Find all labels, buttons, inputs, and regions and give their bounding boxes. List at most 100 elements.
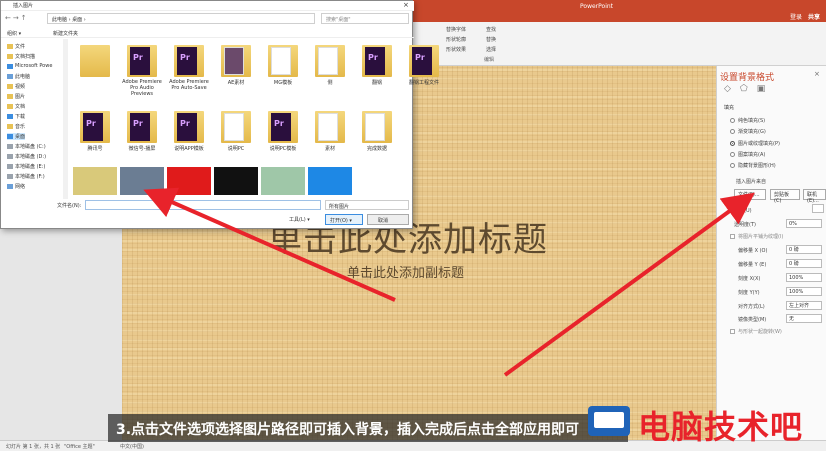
tree-item[interactable]: 文档扫描 <box>7 53 35 60</box>
transparency-field[interactable]: 0% <box>786 219 822 228</box>
pentagon-icon[interactable]: ⬠ <box>740 84 748 94</box>
drive-icon <box>7 164 13 169</box>
folder-icon <box>221 111 251 143</box>
status-theme: "Office 主题" <box>64 444 95 450</box>
file-item[interactable]: MG模板 <box>261 45 305 86</box>
tree-item[interactable]: 图片 <box>7 93 25 100</box>
tree-item[interactable]: 视频 <box>7 83 25 90</box>
file-item[interactable]: Adobe Premiere Pro Audio Previews <box>120 45 164 97</box>
login-link[interactable]: 登录 <box>790 12 802 21</box>
file-item[interactable]: 微信号-播屏 <box>120 111 164 152</box>
tree-scrollbar[interactable] <box>63 39 68 199</box>
folder-icon <box>7 44 13 49</box>
tree-item[interactable]: 下载 <box>7 113 25 120</box>
online-button[interactable]: 联机(E)... <box>803 189 826 204</box>
file-item[interactable]: 说明PC模板 <box>261 111 305 152</box>
offset-x-label: 偏移量 X (O) <box>738 248 768 254</box>
folder-icon <box>315 45 345 77</box>
file-item[interactable]: AE素材 <box>214 45 258 86</box>
offset-x-field[interactable]: 0 磅 <box>786 245 822 254</box>
tree-item[interactable]: 文件 <box>7 43 25 50</box>
fill-section-header[interactable]: 填充 <box>724 104 734 111</box>
image-thumbnail[interactable] <box>308 163 352 195</box>
radio-picture-fill[interactable]: 图片或纹理填充(P) <box>730 140 780 147</box>
tree-item[interactable]: 本地磁盘 (F:) <box>7 173 45 180</box>
radio-dot-icon <box>730 118 735 123</box>
rotate-with-shape-checkbox[interactable]: 与形状一起旋转(W) <box>730 328 782 335</box>
file-item[interactable]: 腾讯号 <box>73 111 117 152</box>
ribbon-find[interactable]: 查找 <box>486 26 496 33</box>
ribbon-replace[interactable]: 替换 <box>486 36 496 43</box>
share-button[interactable]: 共享 <box>808 12 820 21</box>
open-button[interactable]: 打开(O) ▾ <box>325 214 363 225</box>
folder-icon <box>127 45 157 77</box>
dialog-nav-bar: ←→↑ 此电脑 › 桌面 › 搜索"桌面" <box>1 11 414 27</box>
file-button[interactable]: 文件(F)... <box>734 189 766 200</box>
dialog-close-icon[interactable]: × <box>403 1 409 9</box>
tree-item[interactable]: 本地磁盘 (E:) <box>7 163 45 170</box>
status-slide-count: 幻灯片 第 1 张，共 1 张 <box>6 444 61 450</box>
image-thumbnail[interactable] <box>73 163 117 195</box>
tree-item-label: 下载 <box>15 114 26 120</box>
tree-item[interactable]: 文档 <box>7 103 25 110</box>
file-item[interactable]: 说明APP模板 <box>167 111 211 152</box>
tree-item[interactable]: 本地磁盘 (D:) <box>7 153 46 160</box>
thumbnail-image <box>120 167 164 195</box>
pane-close-icon[interactable]: × <box>814 70 820 78</box>
address-bar[interactable]: 此电脑 › 桌面 › <box>47 13 315 24</box>
tree-item[interactable]: Microsoft Powe <box>7 63 52 69</box>
clipboard-button[interactable]: 剪贴板(C) <box>770 189 800 204</box>
radio-solid-fill[interactable]: 纯色填充(S) <box>730 117 765 124</box>
radio-gradient-fill[interactable]: 渐变填充(G) <box>730 128 766 135</box>
tree-item[interactable]: 此电脑 <box>7 73 30 80</box>
folder-icon <box>7 54 13 59</box>
file-item-label: AE素材 <box>227 80 245 86</box>
checkbox-hide-background[interactable]: 隐藏背景图形(H) <box>730 162 776 169</box>
image-thumbnail[interactable] <box>214 163 258 195</box>
pane-title: 设置背景格式 <box>720 73 775 83</box>
scale-y-label: 刻度 Y(Y) <box>738 290 760 296</box>
cancel-button[interactable]: 取消 <box>367 214 409 225</box>
texture-picker[interactable] <box>812 204 824 213</box>
file-item[interactable]: 翻锅 <box>355 45 399 86</box>
tree-item-label: 文件 <box>15 44 26 50</box>
organize-button[interactable]: 组织 ▾ <box>7 30 21 37</box>
ribbon-select[interactable]: 选择 <box>486 46 496 53</box>
tree-item[interactable]: 网络 <box>7 183 25 190</box>
ribbon-replace-font[interactable]: 替换字体 <box>446 26 466 33</box>
file-item[interactable]: 完成数据 <box>355 111 399 152</box>
file-item[interactable]: Adobe Premiere Pro Auto-Save <box>167 45 211 91</box>
scale-x-field[interactable]: 100% <box>786 273 822 282</box>
folder-icon <box>80 111 110 143</box>
radio-pattern-fill[interactable]: 图案填充(A) <box>730 151 765 158</box>
file-item[interactable] <box>73 45 117 79</box>
align-select[interactable]: 左上对齐 <box>786 301 822 310</box>
slide-subtitle-placeholder[interactable]: 单击此处添加副标题 <box>347 262 464 281</box>
tile-checkbox[interactable]: 将图片平铺为纹理(I) <box>730 233 783 240</box>
tree-item[interactable]: 音乐 <box>7 123 25 130</box>
new-folder-button[interactable]: 新建文件夹 <box>53 30 78 37</box>
file-item[interactable]: 侧 <box>308 45 352 86</box>
mirror-select[interactable]: 无 <box>786 314 822 323</box>
image-thumbnail[interactable] <box>167 163 211 195</box>
file-item[interactable]: 说明PC <box>214 111 258 152</box>
tree-item[interactable]: 本地磁盘 (C:) <box>7 143 46 150</box>
picture-icon[interactable]: ▣ <box>757 84 766 94</box>
ribbon-shape-effect[interactable]: 形状效果 <box>446 46 466 53</box>
tools-button[interactable]: 工具(L) ▾ <box>289 216 310 223</box>
ribbon-group-edit: 编辑 <box>484 57 495 63</box>
image-thumbnail[interactable] <box>261 163 305 195</box>
file-item[interactable]: 素材 <box>308 111 352 152</box>
scale-y-field[interactable]: 100% <box>786 287 822 296</box>
ribbon-shape-outline[interactable]: 形状轮廓 <box>446 36 466 43</box>
filename-input[interactable] <box>85 200 321 210</box>
tree-item-label: 图片 <box>15 94 26 100</box>
image-thumbnail[interactable] <box>120 163 164 195</box>
file-type-filter[interactable]: 所有图片 <box>325 200 409 210</box>
tree-item[interactable]: 桌面 <box>7 133 26 140</box>
fill-bucket-icon[interactable]: ◇ <box>724 84 731 94</box>
offset-y-field[interactable]: 0 磅 <box>786 259 822 268</box>
back-forward-icon[interactable]: ←→↑ <box>5 14 29 22</box>
search-input[interactable]: 搜索"桌面" <box>321 13 409 24</box>
file-item[interactable]: 翻锅工程文件 <box>402 45 446 86</box>
